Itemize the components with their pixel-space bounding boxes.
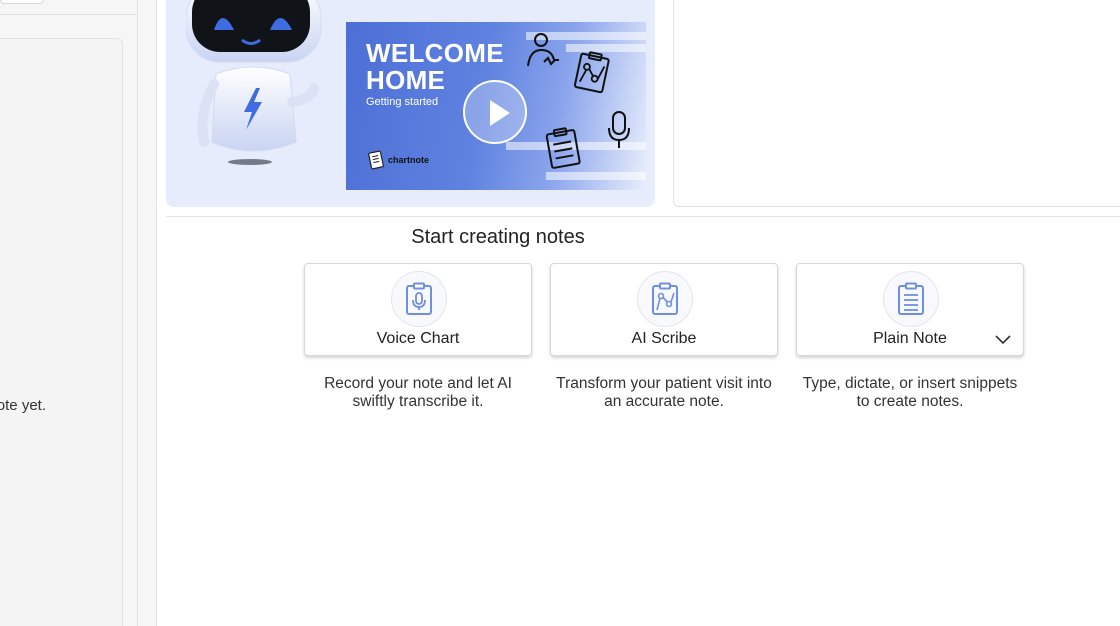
chartnote-logo-icon <box>368 150 384 170</box>
voice-chart-description: Record your note and let AI swiftly tran… <box>324 375 512 410</box>
chartnote-logo: chartnote <box>368 150 429 170</box>
left-toolbar-button[interactable] <box>0 0 44 4</box>
ai-scribe-label: AI Scribe <box>631 330 697 347</box>
clipboard-lines-icon <box>898 282 924 315</box>
plain-note-button[interactable]: Plain Note <box>796 263 1024 356</box>
voice-chart-label: Voice Chart <box>376 330 460 347</box>
plain-note-description: Type, dictate, or insert snippets to cre… <box>802 375 1018 410</box>
clipboard-chart-deco-icon <box>573 51 610 94</box>
section-divider <box>166 216 1120 217</box>
robot-mascot-icon <box>186 0 322 165</box>
clipboard-chart-icon <box>652 282 678 315</box>
right-info-panel <box>673 0 1120 207</box>
app-page: No note yet. <box>0 0 1120 626</box>
brand-text-note: note <box>410 155 430 165</box>
notes-list-empty: No note yet. <box>0 390 120 420</box>
chevron-down-icon[interactable] <box>995 335 1011 345</box>
section-title: Start creating notes <box>411 226 585 248</box>
section-title-wrap: Start creating notes <box>166 226 1120 249</box>
plain-note-label: Plain Note <box>873 330 947 347</box>
clipboard-mic-icon <box>406 282 432 315</box>
ai-scribe-description: Transform your patient visit into an acc… <box>556 375 772 410</box>
microphone-deco-icon <box>608 111 630 148</box>
panel-divider <box>137 0 138 626</box>
clipboard-deco-icon <box>545 127 581 169</box>
voice-chart-button[interactable]: Voice Chart <box>304 263 532 356</box>
video-subtitle: Getting started <box>366 96 439 108</box>
empty-notes-message: No note yet. <box>0 397 46 414</box>
main-divider <box>156 0 157 626</box>
left-toolbar <box>0 0 137 15</box>
brand-text-chart: chart <box>388 155 411 165</box>
welcome-video[interactable]: WELCOME HOME Getting started chartnote <box>346 22 646 190</box>
ai-scribe-button[interactable]: AI Scribe <box>550 263 778 356</box>
doctor-icon <box>527 33 559 67</box>
welcome-banner: WELCOME HOME Getting started chartnote <box>166 0 655 207</box>
play-button[interactable] <box>463 80 527 144</box>
notes-list-panel <box>0 38 123 626</box>
